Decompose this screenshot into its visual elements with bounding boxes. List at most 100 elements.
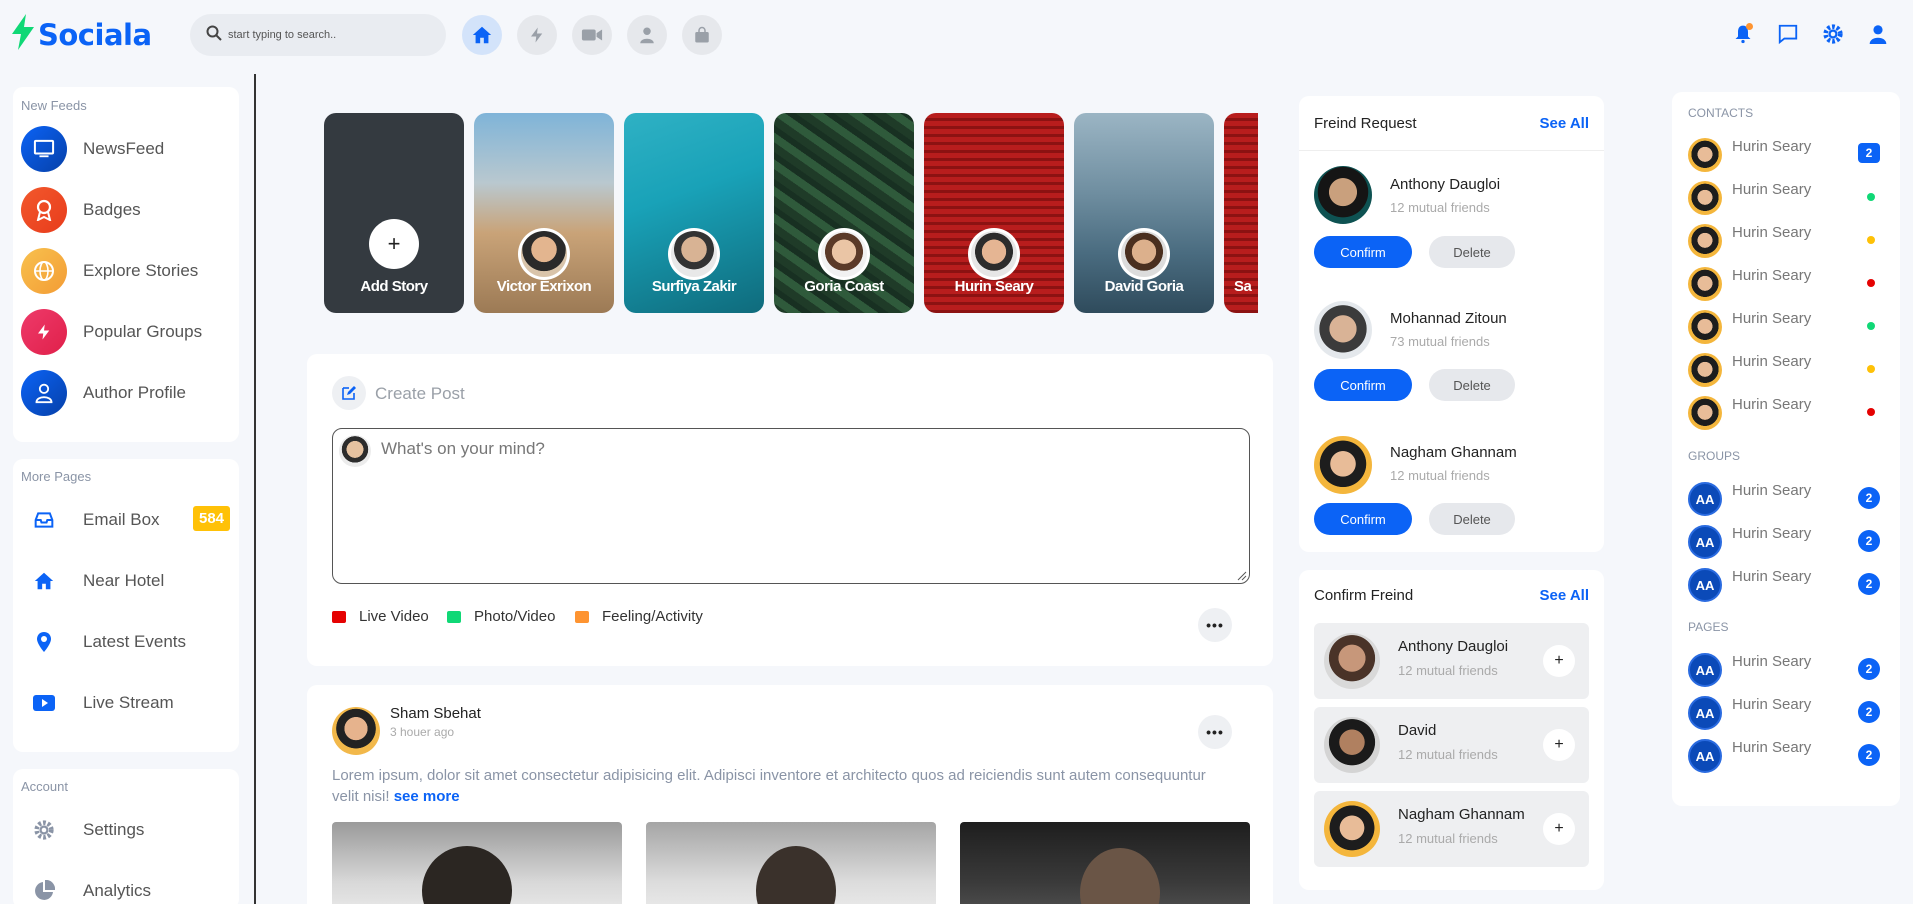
avatar[interactable] (332, 707, 380, 755)
chat-button[interactable] (1775, 21, 1800, 46)
status-dot (1867, 408, 1875, 416)
sidebar-item-label: Popular Groups (83, 322, 203, 341)
feeling-activity-button[interactable]: Feeling/Activity (575, 608, 703, 625)
sidebar-item-analytics[interactable]: Analytics (21, 868, 231, 904)
video-nav-button[interactable] (572, 15, 612, 55)
live-video-button[interactable]: Live Video (332, 608, 429, 625)
action-label: Live Video (359, 608, 429, 625)
settings-button[interactable] (1820, 21, 1845, 46)
contact-row[interactable]: Hurin Seary (1688, 181, 1888, 215)
sidebar-item-live-stream[interactable]: Live Stream (21, 680, 231, 726)
mutual-friends: 12 mutual friends (1398, 747, 1498, 762)
story-card[interactable]: David Goria (1074, 113, 1214, 313)
friend-name[interactable]: Anthony Daugloi (1390, 176, 1500, 193)
page-row[interactable]: AA Hurin Seary 2 (1688, 696, 1888, 730)
resize-handle-icon[interactable] (1237, 571, 1247, 581)
delete-button[interactable]: Delete (1429, 369, 1515, 401)
add-friend-button[interactable]: + (1543, 729, 1575, 761)
main-nav (462, 15, 722, 55)
post-image[interactable] (960, 822, 1250, 904)
page-avatar: AA (1688, 696, 1722, 730)
panel-title: Freind Request (1314, 115, 1417, 132)
group-avatar: AA (1688, 525, 1722, 559)
notification-button[interactable] (1730, 21, 1755, 46)
confirm-friend-row[interactable]: Nagham Ghannam 12 mutual friends + (1314, 791, 1589, 867)
page-row[interactable]: AA Hurin Seary 2 (1688, 739, 1888, 773)
action-label: Photo/Video (474, 608, 556, 625)
bolt-nav-button[interactable] (517, 15, 557, 55)
story-card[interactable]: Victor Exrixon (474, 113, 614, 313)
story-card[interactable]: Goria Coast (774, 113, 914, 313)
story-card[interactable]: Sa (1224, 113, 1258, 313)
more-options-button[interactable]: ••• (1198, 608, 1232, 642)
group-row[interactable]: AA Hurin Seary 2 (1688, 568, 1888, 602)
delete-button[interactable]: Delete (1429, 236, 1515, 268)
logo[interactable]: Sociala (10, 14, 152, 55)
see-all-link[interactable]: See All (1540, 587, 1589, 604)
create-post-card: Create Post What's on your mind? Live Vi… (307, 354, 1273, 666)
post-image[interactable] (646, 822, 936, 904)
confirm-friend-card: Confirm Freind See All Anthony Daugloi 1… (1299, 570, 1604, 890)
section-title: New Feeds (21, 98, 87, 113)
story-card[interactable]: Surfiya Zakir (624, 113, 764, 313)
search-bar[interactable] (190, 14, 446, 56)
search-input[interactable] (228, 29, 428, 41)
delete-button[interactable]: Delete (1429, 503, 1515, 535)
story-name: Sa (1234, 278, 1252, 295)
avatar[interactable] (1314, 166, 1372, 224)
story-card[interactable]: Hurin Seary (924, 113, 1064, 313)
add-story-card[interactable]: + Add Story (324, 113, 464, 313)
sidebar-item-badges[interactable]: Badges (21, 187, 231, 233)
shop-nav-button[interactable] (682, 15, 722, 55)
home-nav-button[interactable] (462, 15, 502, 55)
avatar[interactable] (1314, 436, 1372, 494)
profile-button[interactable] (1865, 21, 1890, 46)
post-author[interactable]: Sham Sbehat (390, 705, 481, 722)
friend-name[interactable]: Mohannad Zitoun (1390, 310, 1507, 327)
bolt-icon (21, 309, 67, 355)
bolt-logo-icon (10, 14, 36, 55)
more-pages-card: More Pages Email Box 584 Near Hotel Late… (13, 459, 239, 752)
confirm-button[interactable]: Confirm (1314, 236, 1412, 268)
confirm-button[interactable]: Confirm (1314, 369, 1412, 401)
sidebar-item-near-hotel[interactable]: Near Hotel (21, 558, 231, 604)
ellipsis-icon: ••• (1206, 617, 1224, 633)
confirm-button[interactable]: Confirm (1314, 503, 1412, 535)
contact-row[interactable]: Hurin Seary 2 (1688, 138, 1888, 172)
sidebar-item-label: NewsFeed (83, 139, 165, 158)
sidebar-item-author-profile[interactable]: Author Profile (21, 370, 231, 416)
see-more-link[interactable]: see more (394, 788, 460, 805)
friend-name[interactable]: Nagham Ghannam (1390, 444, 1517, 461)
contact-name: Hurin Seary (1732, 353, 1812, 370)
page-avatar: AA (1688, 739, 1722, 773)
group-row[interactable]: AA Hurin Seary 2 (1688, 482, 1888, 516)
contact-row[interactable]: Hurin Seary (1688, 310, 1888, 344)
notification-dot (1746, 23, 1753, 30)
contact-row[interactable]: Hurin Seary (1688, 353, 1888, 387)
story-name: Goria Coast (804, 278, 884, 295)
sidebar-item-newsfeed[interactable]: NewsFeed (21, 126, 231, 172)
post-textarea[interactable]: What's on your mind? (332, 428, 1250, 584)
status-dot (1867, 365, 1875, 373)
sidebar-item-popular-groups[interactable]: Popular Groups (21, 309, 231, 355)
see-all-link[interactable]: See All (1540, 115, 1589, 132)
sidebar-item-email-box[interactable]: Email Box 584 (21, 497, 231, 543)
confirm-friend-row[interactable]: David 12 mutual friends + (1314, 707, 1589, 783)
sidebar-item-explore-stories[interactable]: Explore Stories (21, 248, 231, 294)
add-friend-button[interactable]: + (1543, 813, 1575, 845)
mutual-friends: 12 mutual friends (1390, 468, 1490, 483)
contact-row[interactable]: Hurin Seary (1688, 267, 1888, 301)
photo-video-button[interactable]: Photo/Video (447, 608, 555, 625)
add-friend-button[interactable]: + (1543, 645, 1575, 677)
avatar[interactable] (1314, 301, 1372, 359)
contact-row[interactable]: Hurin Seary (1688, 224, 1888, 258)
contact-row[interactable]: Hurin Seary (1688, 396, 1888, 430)
confirm-friend-row[interactable]: Anthony Daugloi 12 mutual friends + (1314, 623, 1589, 699)
group-row[interactable]: AA Hurin Seary 2 (1688, 525, 1888, 559)
sidebar-item-latest-events[interactable]: Latest Events (21, 619, 231, 665)
post-image[interactable] (332, 822, 622, 904)
sidebar-item-settings[interactable]: Settings (21, 807, 231, 853)
page-row[interactable]: AA Hurin Seary 2 (1688, 653, 1888, 687)
post-menu-button[interactable]: ••• (1198, 715, 1232, 749)
user-nav-button[interactable] (627, 15, 667, 55)
